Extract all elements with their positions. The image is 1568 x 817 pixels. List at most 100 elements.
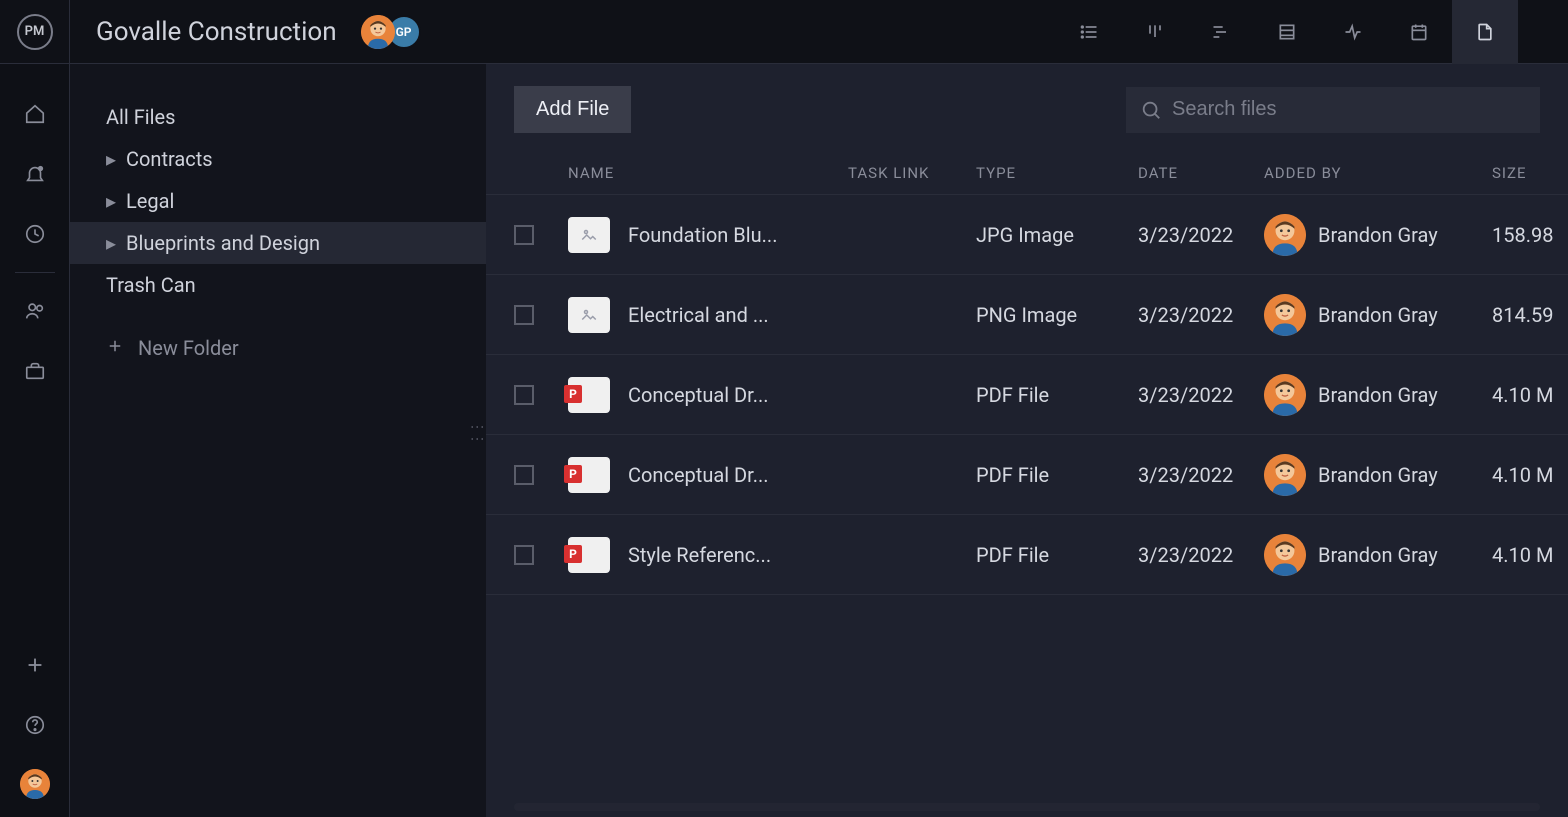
cell-added-by: Brandon Gray — [1318, 543, 1438, 567]
table-row[interactable]: Style Referenc... PDF File3/23/2022 Brando… — [486, 515, 1568, 595]
col-task-link[interactable]: TASK LINK — [848, 164, 976, 182]
member-avatars[interactable]: GP — [361, 15, 421, 49]
logo-text: PM — [17, 14, 53, 50]
project-title: Govalle Construction — [96, 17, 337, 47]
cell-type: PDF File — [976, 463, 1138, 487]
rail-separator — [15, 272, 55, 273]
files-view-icon[interactable] — [1452, 0, 1518, 64]
cell-added-by: Brandon Gray — [1318, 303, 1438, 327]
avatar-icon — [1264, 214, 1306, 256]
row-checkbox[interactable] — [514, 305, 534, 325]
team-icon[interactable] — [0, 281, 70, 341]
table-row[interactable]: Conceptual Dr... PDF File3/23/2022 Brandon… — [486, 435, 1568, 515]
home-icon[interactable] — [0, 84, 70, 144]
logo[interactable]: PM — [0, 0, 70, 64]
caret-right-icon: ▸ — [106, 189, 120, 213]
cell-size: 4.10 M — [1492, 543, 1568, 567]
pdf-file-icon — [568, 377, 610, 413]
board-view-icon[interactable] — [1122, 0, 1188, 64]
tree-folder-label: Legal — [126, 189, 174, 213]
cell-added-by: Brandon Gray — [1318, 463, 1438, 487]
new-folder-button[interactable]: New Folder — [70, 324, 486, 372]
tree-folder[interactable]: ▸Contracts — [70, 138, 486, 180]
new-folder-label: New Folder — [138, 336, 239, 360]
image-file-icon — [568, 297, 610, 333]
cell-type: PDF File — [976, 383, 1138, 407]
horizontal-scrollbar[interactable] — [514, 803, 1540, 811]
col-date[interactable]: DATE — [1138, 164, 1264, 182]
tree-root-all-files[interactable]: All Files — [70, 96, 486, 138]
view-switcher — [1056, 0, 1568, 64]
tree-folder-label: Contracts — [126, 147, 213, 171]
cell-type: PDF File — [976, 543, 1138, 567]
add-icon[interactable] — [0, 635, 70, 695]
help-icon[interactable] — [0, 695, 70, 755]
resize-handle-icon[interactable]: ⋮⋮ — [469, 420, 485, 444]
sheet-view-icon[interactable] — [1254, 0, 1320, 64]
row-checkbox[interactable] — [514, 545, 534, 565]
cell-date: 3/23/2022 — [1138, 383, 1264, 407]
tree-root-label: All Files — [106, 105, 175, 129]
cell-size: 4.10 M — [1492, 383, 1568, 407]
tree-folder-label: Blueprints and Design — [126, 231, 320, 255]
table-header: NAME TASK LINK TYPE DATE ADDED BY SIZE — [486, 151, 1568, 195]
avatar-icon — [1264, 374, 1306, 416]
cell-added-by: Brandon Gray — [1318, 383, 1438, 407]
search-wrap — [1126, 87, 1540, 133]
image-file-icon — [568, 217, 610, 253]
file-name: Style Referenc... — [628, 543, 771, 567]
portfolio-icon[interactable] — [0, 341, 70, 401]
cell-date: 3/23/2022 — [1138, 543, 1264, 567]
left-rail — [0, 64, 70, 817]
avatar-icon — [1264, 294, 1306, 336]
file-name: Conceptual Dr... — [628, 383, 769, 407]
row-checkbox[interactable] — [514, 225, 534, 245]
calendar-view-icon[interactable] — [1386, 0, 1452, 64]
plus-icon — [106, 336, 126, 360]
table-row[interactable]: Electrical and ... PNG Image3/23/2022 Bran… — [486, 275, 1568, 355]
col-size[interactable]: SIZE — [1492, 164, 1568, 182]
cell-date: 3/23/2022 — [1138, 303, 1264, 327]
tree-trash[interactable]: Trash Can — [70, 264, 486, 306]
file-name: Foundation Blu... — [628, 223, 777, 247]
main-content: Add File NAME TASK LINK TYPE DATE ADDED … — [486, 64, 1568, 817]
pdf-file-icon — [568, 537, 610, 573]
topbar: PM Govalle Construction GP — [0, 0, 1568, 64]
cell-type: PNG Image — [976, 303, 1138, 327]
table-row[interactable]: Conceptual Dr... PDF File3/23/2022 Brandon… — [486, 355, 1568, 435]
avatar-person-icon — [361, 15, 395, 49]
user-avatar-icon[interactable] — [20, 769, 50, 799]
tree-folder[interactable]: ▸Legal — [70, 180, 486, 222]
cell-type: JPG Image — [976, 223, 1138, 247]
toolbar: Add File — [486, 64, 1568, 151]
cell-added-by: Brandon Gray — [1318, 223, 1438, 247]
col-name[interactable]: NAME — [568, 164, 848, 182]
caret-right-icon: ▸ — [106, 231, 120, 255]
gantt-view-icon[interactable] — [1188, 0, 1254, 64]
search-input[interactable] — [1126, 87, 1540, 133]
cell-size: 158.98 — [1492, 223, 1568, 247]
cell-date: 3/23/2022 — [1138, 463, 1264, 487]
recent-icon[interactable] — [0, 204, 70, 264]
tree-trash-label: Trash Can — [106, 273, 196, 297]
file-name: Electrical and ... — [628, 303, 769, 327]
search-icon — [1140, 99, 1162, 125]
avatar-icon — [1264, 534, 1306, 576]
activity-view-icon[interactable] — [1320, 0, 1386, 64]
folder-sidebar: All Files ▸Contracts▸Legal▸Blueprints an… — [70, 64, 486, 817]
col-added-by[interactable]: ADDED BY — [1264, 164, 1492, 182]
caret-right-icon: ▸ — [106, 147, 120, 171]
cell-size: 814.59 — [1492, 303, 1568, 327]
row-checkbox[interactable] — [514, 385, 534, 405]
tree-folder[interactable]: ▸Blueprints and Design — [70, 222, 486, 264]
table-row[interactable]: Foundation Blu... JPG Image3/23/2022 Brand… — [486, 195, 1568, 275]
file-name: Conceptual Dr... — [628, 463, 769, 487]
notifications-icon[interactable] — [0, 144, 70, 204]
pdf-file-icon — [568, 457, 610, 493]
cell-date: 3/23/2022 — [1138, 223, 1264, 247]
row-checkbox[interactable] — [514, 465, 534, 485]
avatar-icon — [1264, 454, 1306, 496]
col-type[interactable]: TYPE — [976, 164, 1138, 182]
list-view-icon[interactable] — [1056, 0, 1122, 64]
add-file-button[interactable]: Add File — [514, 86, 631, 133]
